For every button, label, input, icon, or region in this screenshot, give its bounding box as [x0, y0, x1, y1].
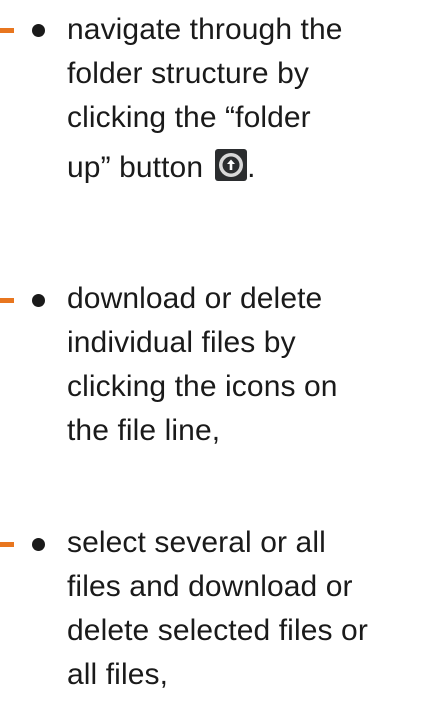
text-line: clicking the icons on: [67, 370, 338, 403]
text-line: all files,: [67, 658, 169, 691]
accent-dash: [0, 28, 14, 33]
text-line: clicking the “folder: [67, 101, 311, 134]
text-line: the file line,: [67, 414, 221, 447]
list-item-text: select several or all files and download…: [67, 521, 427, 697]
bullet: [32, 294, 45, 307]
accent-dash: [0, 542, 14, 547]
bullet: [32, 24, 45, 37]
text-line: up” button.: [67, 140, 427, 196]
accent-dash: [0, 298, 14, 303]
text-line: folder structure by: [67, 57, 310, 90]
text-line: select several or all: [67, 526, 326, 559]
sentence-period: .: [247, 151, 256, 184]
folder-up-icon: [215, 149, 248, 181]
text-line: delete selected files or: [67, 614, 368, 647]
text-line: download or delete: [67, 282, 323, 315]
list-item-text: download or delete individual files by c…: [67, 277, 427, 453]
text-line: individual files by: [67, 326, 296, 359]
list-item-text: navigate through the folder structure by…: [67, 8, 427, 196]
text-line: files and download or: [67, 570, 353, 603]
text-line: navigate through the: [67, 13, 343, 46]
text-line-content: up” button: [67, 151, 204, 184]
bullet: [32, 538, 45, 551]
